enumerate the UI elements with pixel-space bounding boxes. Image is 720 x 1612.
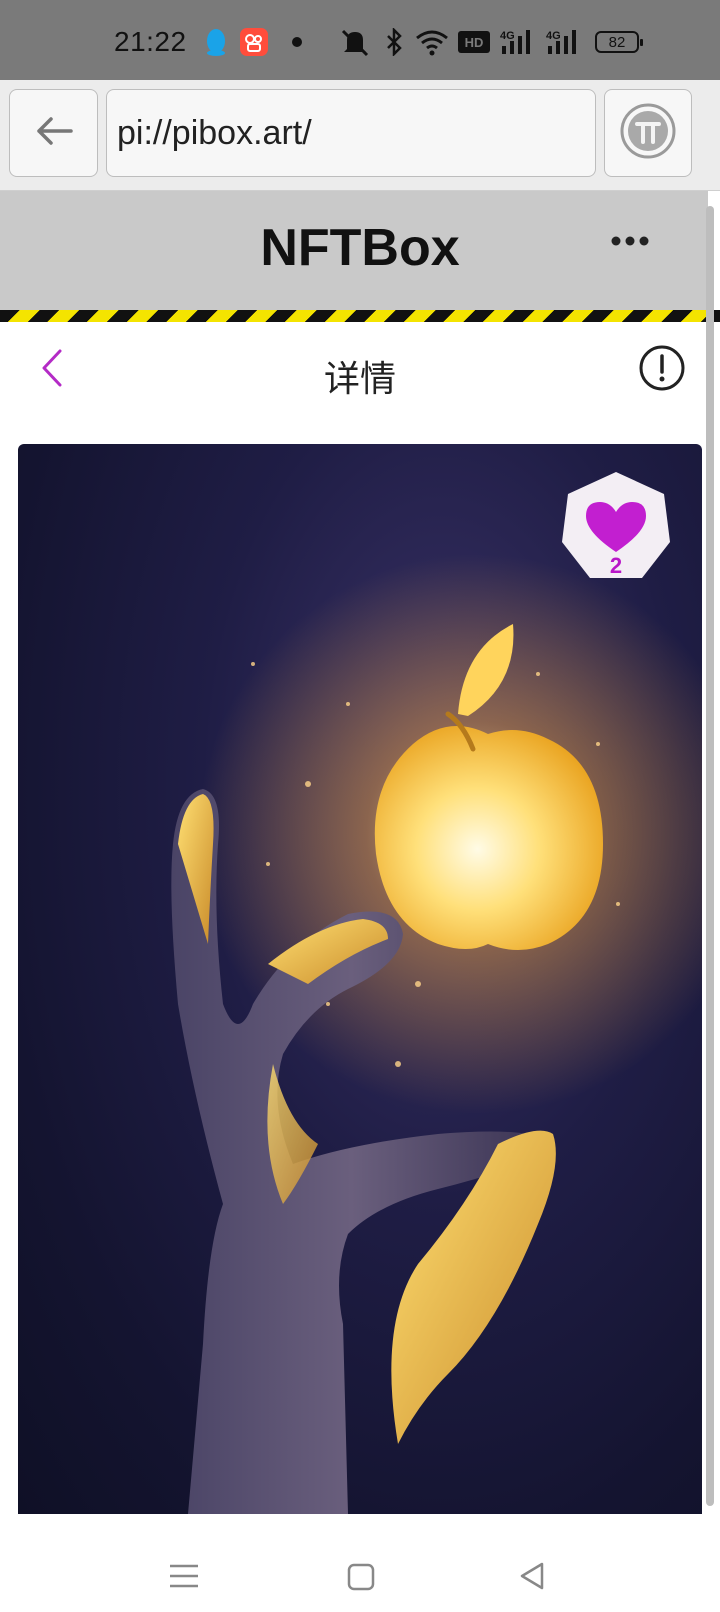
- hd-icon: HD: [458, 26, 490, 58]
- more-dots-icon[interactable]: [608, 229, 652, 253]
- pi-browser-button[interactable]: [604, 89, 692, 177]
- info-icon[interactable]: [638, 344, 688, 394]
- browser-back-button[interactable]: [9, 89, 98, 177]
- battery-level: 82: [608, 33, 626, 51]
- signal-4g-icon-2: 4G: [546, 26, 584, 58]
- svg-text:4G: 4G: [500, 30, 515, 42]
- hazard-stripe: [0, 310, 720, 322]
- detail-title: 详情: [323, 358, 396, 399]
- url-field[interactable]: pi://pibox.art/: [106, 89, 596, 177]
- svg-text:HD: HD: [465, 35, 484, 50]
- wifi-icon: [414, 26, 450, 58]
- mute-icon: [338, 26, 372, 58]
- svg-text:4G: 4G: [546, 30, 561, 42]
- like-count: 2: [609, 553, 623, 578]
- app-header: NFTBox: [0, 191, 708, 310]
- qq-icon: [204, 26, 228, 58]
- pi-logo-icon: [619, 102, 677, 165]
- kuaishou-icon: [240, 26, 268, 58]
- browser-bar: pi://pibox.art/: [0, 80, 720, 191]
- bluetooth-icon: [384, 26, 404, 58]
- navigation-bar: [0, 1514, 720, 1612]
- status-bar: 21:22 HD 4G 4G 82: [0, 0, 720, 80]
- home-square-icon[interactable]: [346, 1562, 378, 1594]
- signal-4g-icon: 4G: [500, 26, 538, 58]
- battery-icon: 82: [592, 26, 643, 58]
- back-triangle-icon[interactable]: [516, 1560, 550, 1594]
- url-text: pi://pibox.art/: [117, 113, 312, 152]
- dot-icon: [290, 26, 304, 58]
- heart-icon: [582, 498, 650, 554]
- status-time: 21:22: [114, 26, 187, 57]
- nft-artwork-image[interactable]: [18, 444, 702, 1514]
- arrow-left-icon: [35, 116, 73, 151]
- menu-icon[interactable]: [168, 1562, 204, 1594]
